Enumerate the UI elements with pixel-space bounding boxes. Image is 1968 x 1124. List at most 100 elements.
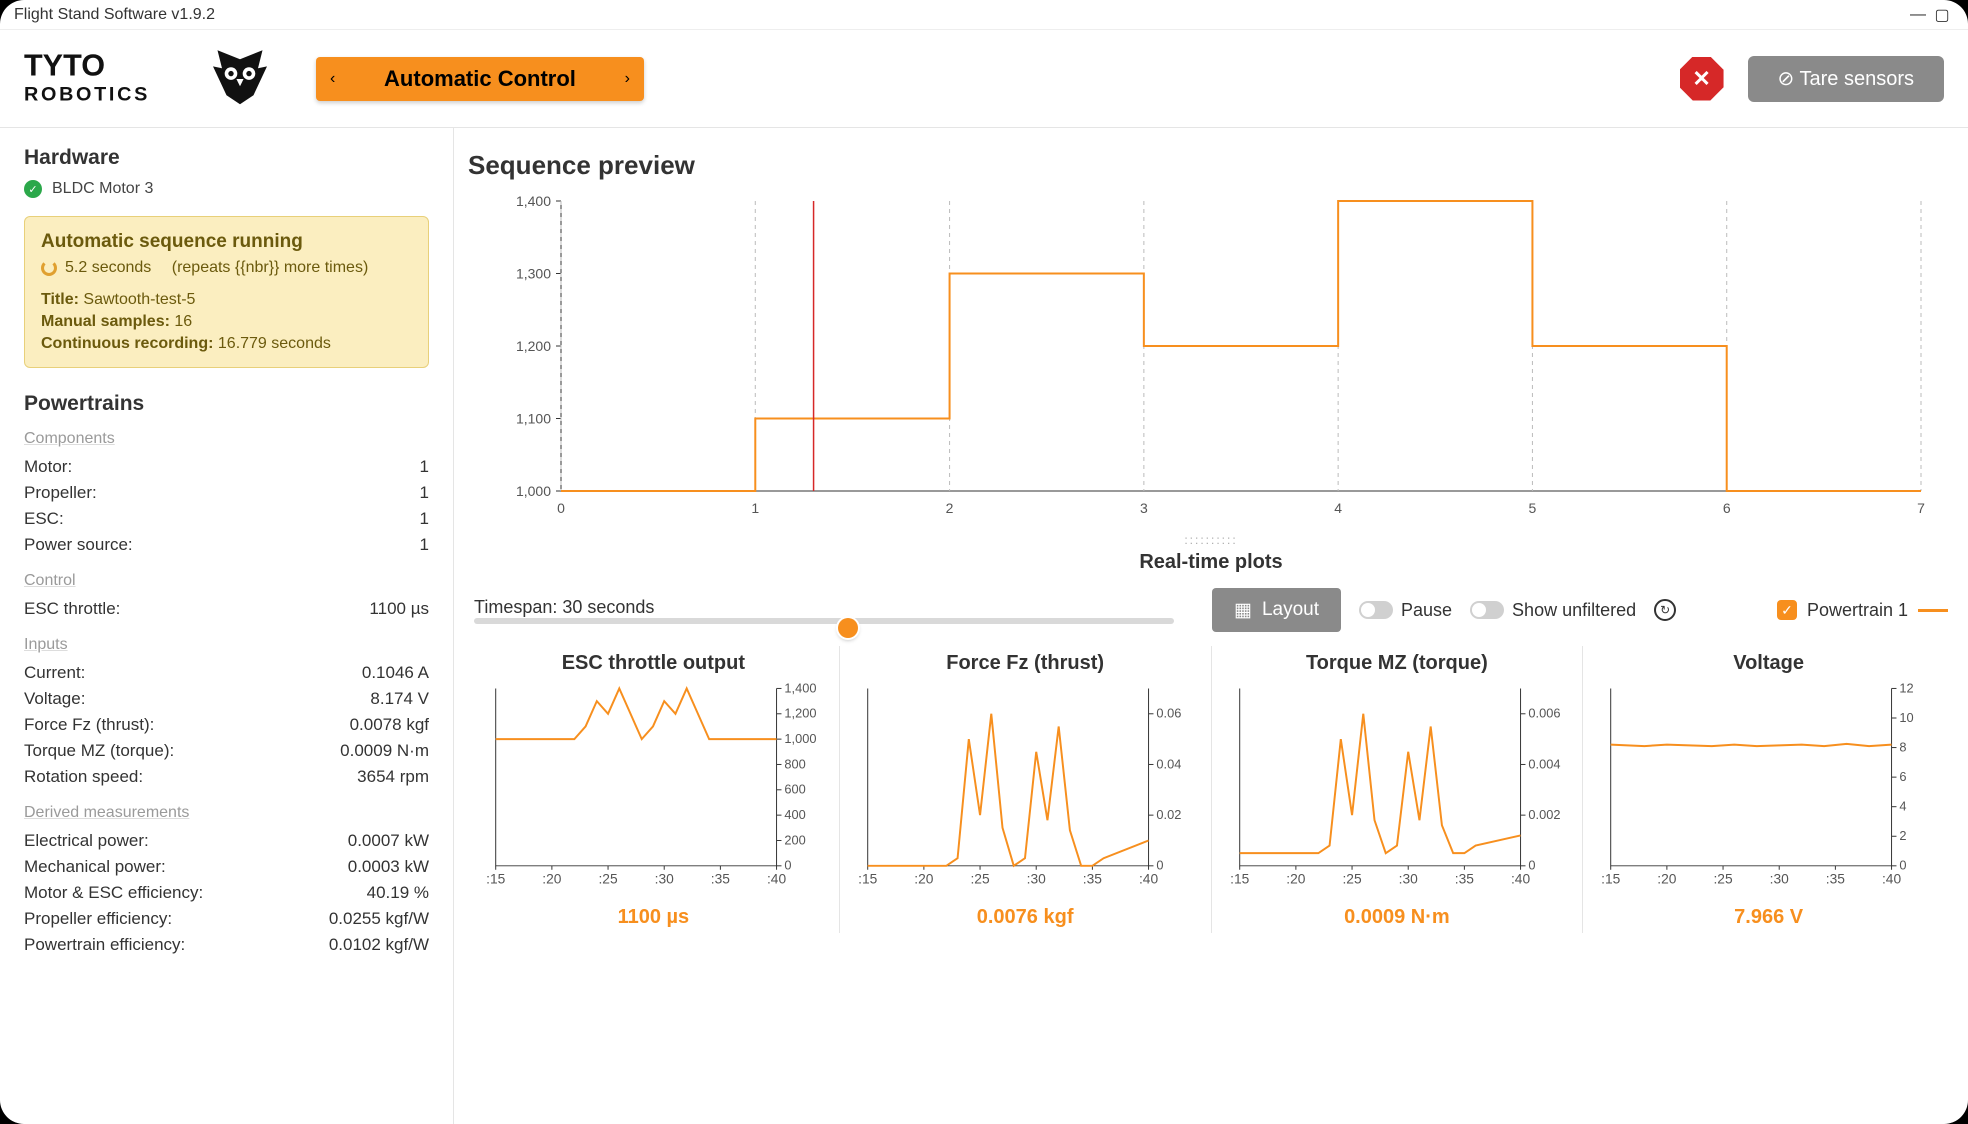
main-panel: Sequence preview 1,0001,1001,2001,3001,4… [454,128,1968,1124]
seq-running-title: Automatic sequence running [41,231,412,253]
svg-text:2: 2 [946,500,954,516]
kv-key: Power source: [24,535,133,555]
chevron-right-icon[interactable]: › [625,70,630,88]
timespan-slider[interactable] [474,618,1174,624]
slider-thumb-icon[interactable] [838,618,858,638]
kv-key: Mechanical power: [24,857,166,877]
svg-text::20: :20 [1286,872,1305,887]
svg-text:1,400: 1,400 [784,681,816,695]
automatic-control-label: Automatic Control [384,66,576,92]
kv-value: 1 [420,457,429,477]
mini-chart[interactable]: Voltage 024681012:15:20:25:30:35:40 7.96… [1583,646,1954,933]
kv-value: 40.19 % [367,883,429,903]
kv-value: 0.0007 kW [348,831,429,851]
kv-row: Propeller efficiency:0.0255 kgf/W [24,906,429,932]
refresh-icon[interactable]: ↻ [1654,599,1676,621]
sidebar: Hardware ✓ BLDC Motor 3 Automatic sequen… [0,128,454,1124]
svg-text::25: :25 [1714,872,1733,887]
kv-key: Propeller: [24,483,97,503]
sequence-running-box: Automatic sequence running 5.2 seconds (… [24,216,429,368]
kv-value: 3654 rpm [357,767,429,787]
kv-row: Powertrain efficiency:0.0102 kgf/W [24,932,429,958]
grid-icon: ▦ [1234,599,1252,622]
svg-text:TYTO: TYTO [24,48,105,82]
svg-text:5: 5 [1529,500,1537,516]
kv-row: Motor:1 [24,454,429,480]
close-icon: ✕ [1692,66,1710,92]
svg-text::20: :20 [1658,872,1677,887]
tare-sensors-button[interactable]: ⊘ Tare sensors [1748,56,1944,102]
svg-text::35: :35 [1083,872,1102,887]
spinner-icon [41,260,57,276]
show-unfiltered-toggle[interactable]: Show unfiltered [1470,600,1636,621]
legend-line-icon [1918,609,1948,612]
svg-text:12: 12 [1900,681,1914,695]
kv-row: Force Fz (thrust):0.0078 kgf [24,712,429,738]
timespan-label: Timespan: 30 seconds [474,597,1194,618]
kv-row: Motor & ESC efficiency: 40.19 % [24,880,429,906]
powertrain-legend[interactable]: ✓ Powertrain 1 [1777,600,1948,621]
svg-text::40: :40 [1882,872,1901,887]
svg-text::30: :30 [655,872,674,887]
svg-text:1,100: 1,100 [516,411,551,427]
svg-text::40: :40 [1510,872,1529,887]
mini-chart[interactable]: ESC throttle output 02004006008001,0001,… [468,646,840,933]
svg-text::15: :15 [486,872,505,887]
toggle-switch-icon [1359,601,1393,619]
pause-toggle[interactable]: Pause [1359,600,1452,621]
kv-value: 0.1046 A [362,663,429,683]
mini-chart-value: 7.966 V [1591,906,1946,929]
svg-text:0.06: 0.06 [1156,706,1181,721]
seq-cont-label: Continuous recording: [41,335,213,352]
svg-text:1,000: 1,000 [784,731,816,746]
kv-row: Propeller:1 [24,480,429,506]
svg-text:0.02: 0.02 [1156,807,1181,822]
window-maximize-icon[interactable]: ▢ [1930,5,1954,25]
kv-key: Voltage: [24,689,85,709]
svg-text::20: :20 [914,872,933,887]
svg-text:1,300: 1,300 [516,266,551,282]
kv-key: Torque MZ (torque): [24,741,174,761]
mini-chart[interactable]: Force Fz (thrust) 00.020.040.06:15:20:25… [840,646,1212,933]
svg-text:10: 10 [1900,710,1914,725]
svg-text:4: 4 [1900,799,1907,814]
mini-chart-title: Force Fz (thrust) [848,652,1203,675]
tyto-logo-icon: TYTO ROBOTICS [24,43,276,115]
hardware-item[interactable]: ✓ BLDC Motor 3 [24,180,429,198]
svg-text::40: :40 [1139,872,1158,887]
powertrain1-label: Powertrain 1 [1807,600,1908,621]
kv-value: 0.0003 kW [348,857,429,877]
svg-text:1,200: 1,200 [784,706,816,721]
panel-resize-handle[interactable]: :::::::::: [468,533,1954,547]
seq-title-val: Sawtooth-test-5 [83,291,195,308]
inputs-subheading: Inputs [24,636,429,654]
svg-text:400: 400 [784,807,805,822]
tare-label: ⊘ Tare sensors [1778,66,1914,91]
sequence-preview-chart[interactable]: 1,0001,1001,2001,3001,40001234567 [468,191,1954,531]
hardware-item-label: BLDC Motor 3 [52,180,153,198]
window-title: Flight Stand Software v1.9.2 [14,6,215,24]
kv-key: Rotation speed: [24,767,143,787]
svg-text::25: :25 [598,872,617,887]
mini-chart[interactable]: Torque MZ (torque) 00.0020.0040.006:15:2… [1212,646,1584,933]
kv-row: Current:0.1046 A [24,660,429,686]
svg-text::30: :30 [1398,872,1417,887]
svg-text::25: :25 [1342,872,1361,887]
stop-button[interactable]: ✕ [1680,57,1724,101]
kv-key: Motor & ESC efficiency: [24,883,203,903]
kv-key: ESC: [24,509,64,529]
kv-value: 1 [420,535,429,555]
seq-samples-label: Manual samples: [41,313,170,330]
svg-text:0.04: 0.04 [1156,756,1181,771]
content: Hardware ✓ BLDC Motor 3 Automatic sequen… [0,128,1968,1124]
chevron-left-icon[interactable]: ‹ [330,70,335,88]
control-subheading: Control [24,572,429,590]
layout-button[interactable]: ▦ Layout [1212,588,1341,632]
svg-text:0.004: 0.004 [1528,756,1560,771]
automatic-control-button[interactable]: ‹ Automatic Control › [316,57,644,101]
svg-text:3: 3 [1140,500,1148,516]
kv-row: Electrical power:0.0007 kW [24,828,429,854]
kv-value: 0.0078 kgf [350,715,429,735]
svg-text:1,000: 1,000 [516,483,551,499]
window-minimize-icon[interactable]: — [1906,6,1930,24]
